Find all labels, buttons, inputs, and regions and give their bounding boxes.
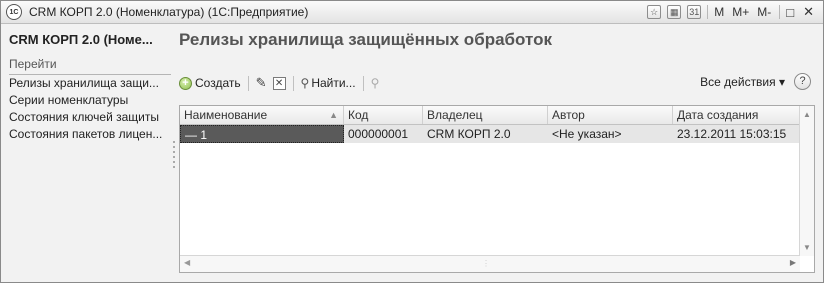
cell-name[interactable]: — 1 xyxy=(180,125,344,143)
edit-pencil-icon[interactable]: ✎ xyxy=(256,75,267,91)
create-button[interactable]: + Создать xyxy=(179,76,241,90)
favorites-icon[interactable]: ☆ xyxy=(647,5,662,19)
create-button-label: Создать xyxy=(195,76,241,90)
search-icon: ⚲ xyxy=(300,76,310,90)
window-title: CRM КОРП 2.0 (Номенклатура) (1С:Предприя… xyxy=(29,5,309,19)
toolbar-divider xyxy=(362,75,364,91)
scroll-down-icon[interactable]: ▼ xyxy=(803,243,811,252)
goto-heading: Перейти xyxy=(9,57,171,75)
form-toolbar: + Создать ✎ ✕ ⚲ Найти... ⚲ Все действия … xyxy=(179,73,815,93)
memory-m-plus-button[interactable]: M+ xyxy=(732,5,749,19)
cancel-search-icon[interactable]: ⚲ xyxy=(371,76,380,90)
column-header-name[interactable]: Наименование ▲ xyxy=(180,106,344,124)
calendar-icon[interactable]: 31 xyxy=(687,5,702,19)
app-logo-icon[interactable]: 1С xyxy=(6,4,22,20)
scroll-right-icon[interactable]: ▶ xyxy=(790,258,796,267)
form-title: Релизы хранилища защищённых обработок xyxy=(179,30,552,49)
toolbar-divider xyxy=(292,75,294,91)
toolbar-divider xyxy=(247,75,249,91)
memory-m-button[interactable]: M xyxy=(714,5,724,19)
navigation-panel: CRM КОРП 2.0 (Номе... Перейти Релизы хра… xyxy=(9,32,179,143)
table-header: Наименование ▲ Код Владелец Автор Дата с… xyxy=(180,106,800,125)
scroll-thumb-grip-icon[interactable]: ⋮ xyxy=(482,259,490,268)
horizontal-scrollbar[interactable]: ◀ ⋮ ▶ xyxy=(180,255,800,272)
delete-icon[interactable]: ✕ xyxy=(272,76,286,90)
scroll-left-icon[interactable]: ◀ xyxy=(184,258,190,267)
table-row[interactable]: — 1 000000001 CRM КОРП 2.0 <Не указан> 2… xyxy=(180,125,800,143)
column-header-author[interactable]: Автор xyxy=(548,106,673,124)
column-header-label: Наименование xyxy=(184,108,268,122)
column-header-owner[interactable]: Владелец xyxy=(423,106,548,124)
divider xyxy=(707,5,709,19)
cell-author[interactable]: <Не указан> xyxy=(548,125,673,143)
plus-icon: + xyxy=(179,76,192,90)
memory-m-minus-button[interactable]: M- xyxy=(757,5,771,19)
panel-splitter-handle[interactable] xyxy=(173,141,175,171)
sort-ascending-icon: ▲ xyxy=(329,110,338,120)
cell-owner[interactable]: CRM КОРП 2.0 xyxy=(423,125,548,143)
form-area: Релизы хранилища защищённых обработок + … xyxy=(179,30,819,273)
all-actions-menu[interactable]: Все действия ▾ xyxy=(700,75,785,89)
vertical-scrollbar[interactable]: ▲ ▼ xyxy=(799,106,814,256)
cell-created[interactable]: 23.12.2011 15:03:15 xyxy=(673,125,800,143)
nav-item-nomenclature-series[interactable]: Серии номенклатуры xyxy=(9,92,179,109)
releases-table[interactable]: Наименование ▲ Код Владелец Автор Дата с… xyxy=(179,105,815,273)
nav-item-protected-storage-releases[interactable]: Релизы хранилища защи... xyxy=(9,75,179,92)
title-bar: 1С CRM КОРП 2.0 (Номенклатура) (1С:Предп… xyxy=(1,1,823,24)
cell-code[interactable]: 000000001 xyxy=(344,125,423,143)
nav-item-license-package-states[interactable]: Состояния пакетов лицен... xyxy=(9,126,179,143)
find-button-label: Найти... xyxy=(311,76,356,90)
column-header-code[interactable]: Код xyxy=(344,106,423,124)
navigation-panel-title: CRM КОРП 2.0 (Номе... xyxy=(9,32,153,47)
close-button[interactable]: ✕ xyxy=(803,4,814,20)
title-bar-controls: ☆ ▦ 31 M M+ M- □ ✕ xyxy=(647,1,823,23)
maximize-button[interactable]: □ xyxy=(786,5,794,20)
column-header-created[interactable]: Дата создания xyxy=(673,106,800,124)
calculator-icon[interactable]: ▦ xyxy=(667,5,682,19)
nav-item-protection-key-states[interactable]: Состояния ключей защиты xyxy=(9,109,179,126)
divider xyxy=(779,5,781,19)
app-window: 1С CRM КОРП 2.0 (Номенклатура) (1С:Предп… xyxy=(0,0,824,283)
help-icon[interactable]: ? xyxy=(794,73,811,90)
scroll-up-icon[interactable]: ▲ xyxy=(803,110,811,119)
find-button[interactable]: ⚲ Найти... xyxy=(301,76,356,90)
